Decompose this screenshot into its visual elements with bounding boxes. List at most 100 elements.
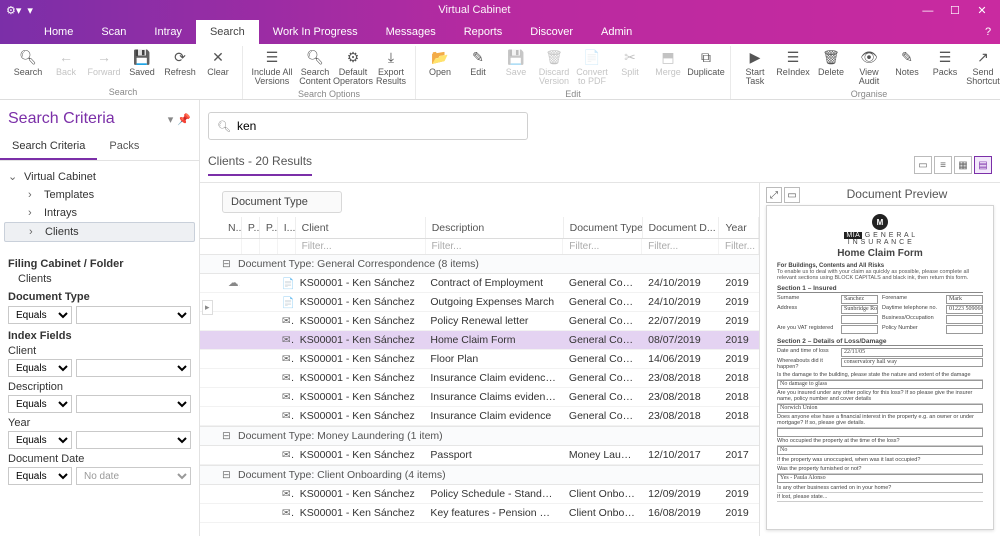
tab-discover[interactable]: Discover — [516, 20, 587, 44]
view-card-icon[interactable]: ▭ — [914, 156, 932, 174]
ribbon-start-task[interactable]: ▶Start Task — [737, 46, 773, 89]
preview-document[interactable]: M MIA G E N E R A L I N S U R A N C E Ho… — [766, 205, 994, 530]
table-row[interactable]: ✉KS00001 - Ken SánchezInsurance Claim ev… — [200, 407, 759, 426]
ribbon-include-all-versions[interactable]: ☰Include All Versions — [249, 46, 295, 89]
col-document-type[interactable]: Document Type — [564, 217, 643, 238]
ribbon-export-results[interactable]: ⤓Export Results — [373, 46, 409, 89]
col-year[interactable]: Year — [719, 217, 759, 238]
maximize-button[interactable]: ☐ — [943, 4, 967, 17]
col-p2[interactable]: P... — [260, 217, 278, 238]
tree-item-label: Intrays — [44, 207, 77, 219]
year-operator[interactable]: Equals — [8, 431, 72, 449]
preview-zoom-fit-icon[interactable]: ⤢ — [766, 187, 782, 203]
filter-desc[interactable]: Filter... — [426, 239, 564, 254]
tab-reports[interactable]: Reports — [450, 20, 517, 44]
ribbon-reindex[interactable]: ☰ReIndex — [775, 46, 811, 89]
table-row[interactable]: ✉KS00001 - Ken SánchezInsurance Claim ev… — [200, 369, 759, 388]
results-tab[interactable]: Clients - 20 Results — [208, 154, 312, 176]
group-header[interactable]: ⊟Document Type: Money Laundering (1 item… — [200, 426, 759, 446]
ribbon-delete[interactable]: 🗑Delete — [813, 46, 849, 89]
table-row[interactable]: ✉KS00001 - Ken SánchezFloor PlanGeneral … — [200, 350, 759, 369]
ribbon-refresh[interactable]: ⟳Refresh — [162, 46, 198, 79]
ribbon-saved[interactable]: 💾Saved — [124, 46, 160, 79]
doc-type-operator[interactable]: Equals — [8, 306, 72, 324]
tab-scan[interactable]: Scan — [87, 20, 140, 44]
preview-title: Document Preview — [800, 187, 994, 201]
table-row[interactable]: ☁📄KS00001 - Ken SánchezContract of Emplo… — [200, 274, 759, 293]
col-i[interactable]: I... — [278, 217, 296, 238]
table-row[interactable]: 📄KS00001 - Ken SánchezOutgoing Expenses … — [200, 293, 759, 312]
col-description[interactable]: Description — [426, 217, 564, 238]
tab-work-in-progress[interactable]: Work In Progress — [259, 20, 372, 44]
col-p1[interactable]: P... — [242, 217, 260, 238]
preview-zoom-icon[interactable]: ▭ — [784, 187, 800, 203]
table-row[interactable]: ✉KS00001 - Ken SánchezPolicy Schedule - … — [200, 485, 759, 504]
tree-root-label: Virtual Cabinet — [24, 171, 96, 183]
tree-item-clients[interactable]: › Clients — [4, 222, 195, 242]
ribbon-clear[interactable]: ✕Clear — [200, 46, 236, 79]
view-grid-icon[interactable]: ▦ — [954, 156, 972, 174]
help-icon[interactable]: ? — [976, 20, 1000, 44]
subtab-packs[interactable]: Packs — [97, 134, 151, 160]
section-2: Section 2 – Details of Loss/Damage — [777, 338, 983, 346]
table-row[interactable]: ✉KS00001 - Ken SánchezKey features - Pen… — [200, 504, 759, 523]
col-document-date[interactable]: Document D... ▼ — [643, 217, 720, 238]
subtab-search-criteria[interactable]: Search Criteria — [0, 134, 97, 160]
description-operator[interactable]: Equals — [8, 395, 72, 413]
tab-messages[interactable]: Messages — [372, 20, 450, 44]
save-icon: 💾 — [507, 48, 525, 66]
ribbon-search[interactable]: 🔍︎Search — [10, 46, 46, 79]
ribbon-open[interactable]: 📂Open — [422, 46, 458, 89]
tree: ⌄ Virtual Cabinet › Templates › Intrays … — [0, 161, 199, 248]
ribbon-notes[interactable]: ✎Notes — [889, 46, 925, 89]
filter-ddate[interactable]: Filter... — [642, 239, 719, 254]
ribbon-duplicate[interactable]: ⧉Duplicate — [688, 46, 724, 89]
filter-dtype[interactable]: Filter... — [563, 239, 642, 254]
client-value[interactable] — [76, 359, 191, 377]
ribbon-search-content[interactable]: 🔍︎Search Content — [297, 46, 333, 89]
group-by-chip[interactable]: Document Type — [222, 191, 342, 213]
group-header[interactable]: ⊟Document Type: General Correspondence (… — [200, 254, 759, 274]
client-operator[interactable]: Equals — [8, 359, 72, 377]
index-fields-heading: Index Fields — [8, 330, 191, 342]
clear-icon: ✕ — [209, 48, 227, 66]
search-input[interactable] — [237, 119, 519, 133]
tree-item-intrays[interactable]: › Intrays — [4, 204, 195, 222]
ribbon-packs[interactable]: ☰Packs — [927, 46, 963, 89]
year-value[interactable] — [76, 431, 191, 449]
view-list-icon[interactable]: ≡ — [934, 156, 952, 174]
tab-search[interactable]: Search — [196, 20, 259, 44]
description-value[interactable] — [76, 395, 191, 413]
tab-home[interactable]: Home — [30, 20, 87, 44]
pushpin-icon[interactable]: 📌 — [177, 113, 191, 126]
tree-root[interactable]: ⌄ Virtual Cabinet — [4, 167, 195, 186]
document-date-value[interactable]: No date — [76, 467, 191, 485]
close-button[interactable]: ✕ — [970, 4, 994, 17]
panel-expand-icon[interactable]: ▸ — [202, 300, 213, 315]
tree-item-templates[interactable]: › Templates — [4, 186, 195, 204]
minimize-button[interactable]: — — [916, 5, 940, 17]
document-date-operator[interactable]: Equals — [8, 467, 72, 485]
gear-icon[interactable]: ⚙▾ — [6, 4, 21, 17]
table-row[interactable]: ✉KS00001 - Ken SánchezHome Claim FormGen… — [200, 331, 759, 350]
field-description-label: Description — [8, 381, 191, 393]
doc-type-value[interactable] — [76, 306, 191, 324]
tab-intray[interactable]: Intray — [140, 20, 196, 44]
pin-icon[interactable]: ▾ — [168, 113, 174, 126]
ribbon-view-audit[interactable]: 👁View Audit — [851, 46, 887, 89]
col-client[interactable]: Client — [296, 217, 426, 238]
group-header[interactable]: ⊟Document Type: Client Onboarding (4 ite… — [200, 465, 759, 485]
ribbon-edit[interactable]: ✎Edit — [460, 46, 496, 89]
ribbon-default-operators[interactable]: ⚙Default Operators — [335, 46, 371, 89]
filter-client[interactable]: Filter... — [296, 239, 426, 254]
tab-admin[interactable]: Admin — [587, 20, 646, 44]
search-box[interactable]: 🔍︎ — [208, 112, 528, 140]
table-row[interactable]: ✉KS00001 - Ken SánchezPolicy Renewal let… — [200, 312, 759, 331]
col-n[interactable]: N... — [222, 217, 242, 238]
ribbon-back: ←Back — [48, 46, 84, 79]
filter-year[interactable]: Filter... — [719, 239, 759, 254]
view-detail-icon[interactable]: ▤ — [974, 156, 992, 174]
table-row[interactable]: ✉KS00001 - Ken SánchezInsurance Claims e… — [200, 388, 759, 407]
ribbon-send-shortcut[interactable]: ↗Send Shortcut — [965, 46, 1000, 89]
table-row[interactable]: ✉KS00001 - Ken SánchezPassportMoney Laun… — [200, 446, 759, 465]
